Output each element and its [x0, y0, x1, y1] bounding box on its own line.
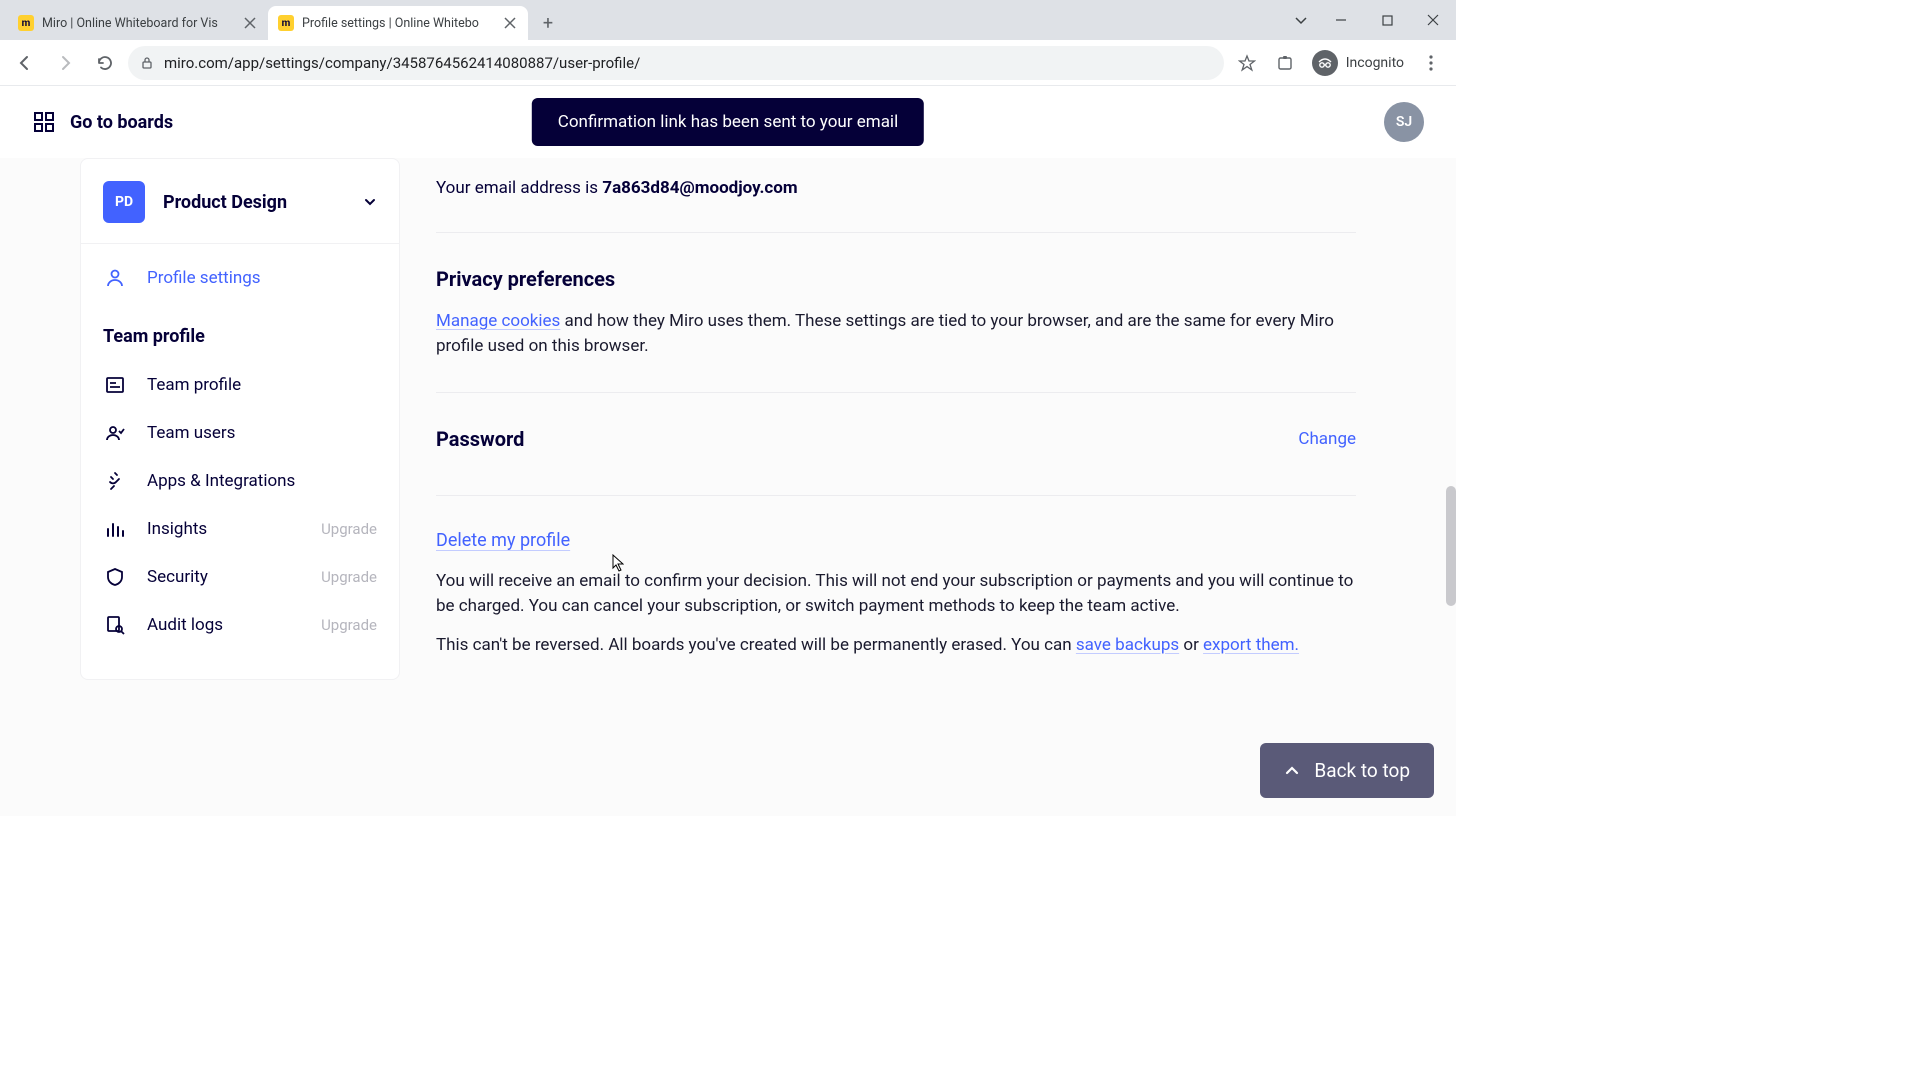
upgrade-tag: Upgrade [321, 616, 377, 634]
user-avatar[interactable]: SJ [1384, 102, 1424, 142]
url-text: miro.com/app/settings/company/3458764562… [164, 54, 640, 72]
manage-cookies-link[interactable]: Manage cookies [436, 311, 560, 331]
back-to-top-button[interactable]: Back to top [1260, 743, 1434, 798]
shield-icon [103, 565, 127, 589]
chart-icon [103, 517, 127, 541]
browser-titlebar: m Miro | Online Whiteboard for Vis m Pro… [0, 0, 1456, 40]
privacy-title: Privacy preferences [436, 267, 1356, 291]
miro-favicon-icon: m [278, 15, 294, 31]
divider [81, 243, 399, 244]
boards-grid-icon [32, 110, 56, 134]
change-password-link[interactable]: Change [1298, 429, 1356, 449]
settings-sidebar: PD Product Design Profile settings Team … [80, 158, 400, 816]
lock-icon [140, 56, 154, 70]
toast-text: Confirmation link has been sent to your … [558, 112, 898, 132]
bookmark-icon[interactable] [1230, 46, 1264, 80]
sidebar-item-label: Insights [147, 519, 301, 539]
upgrade-tag: Upgrade [321, 568, 377, 586]
user-icon [103, 266, 127, 290]
extensions-icon[interactable] [1268, 46, 1302, 80]
sidebar-item-label: Audit logs [147, 615, 301, 635]
address-input[interactable]: miro.com/app/settings/company/3458764562… [128, 46, 1224, 80]
delete-paragraph-2a: This can't be reversed. All boards you'v… [436, 635, 1076, 655]
team-badge-text: PD [115, 194, 133, 210]
export-them-link[interactable]: export them. [1203, 635, 1299, 655]
page: Go to boards SJ Confirmation link has be… [0, 86, 1456, 816]
toast-notification: Confirmation link has been sent to your … [532, 98, 924, 146]
delete-section: Delete my profile You will receive an em… [436, 496, 1356, 691]
delete-profile-link[interactable]: Delete my profile [436, 530, 570, 551]
back-to-top-label: Back to top [1314, 759, 1410, 782]
profile-card-icon [103, 373, 127, 397]
team-badge: PD [103, 181, 145, 223]
delete-paragraph-2b: or [1179, 635, 1203, 655]
sidebar-item-insights[interactable]: Insights Upgrade [81, 505, 399, 553]
close-icon[interactable] [502, 15, 518, 31]
team-name: Product Design [163, 192, 345, 213]
sidebar-item-team-users[interactable]: Team users [81, 409, 399, 457]
window-maximize-button[interactable] [1364, 0, 1410, 40]
sidebar-item-label: Team users [147, 423, 377, 443]
sidebar-item-team-profile[interactable]: Team profile [81, 361, 399, 409]
new-tab-button[interactable]: + [534, 9, 562, 37]
sidebar-section-title: Team profile [81, 302, 399, 361]
incognito-icon [1312, 50, 1338, 76]
email-value: 7a863d84@moodjoy.com [602, 178, 797, 198]
chevron-up-icon [1284, 763, 1300, 779]
browser-tab-active[interactable]: m Profile settings | Online Whitebo [268, 6, 528, 40]
privacy-section: Privacy preferences Manage cookies and h… [436, 233, 1356, 392]
sidebar-item-label: Security [147, 567, 301, 587]
password-section: Password Change [436, 393, 1356, 495]
avatar-initials: SJ [1396, 114, 1412, 130]
email-prefix: Your email address is [436, 178, 602, 198]
delete-paragraph-1: You will receive an email to confirm you… [436, 569, 1356, 618]
sidebar-item-label: Apps & Integrations [147, 471, 377, 491]
nav-back-button[interactable] [8, 46, 42, 80]
tab-title: Miro | Online Whiteboard for Vis [42, 16, 234, 31]
sidebar-item-label: Team profile [147, 375, 377, 395]
window-minimize-button[interactable] [1318, 0, 1364, 40]
chevron-down-icon [363, 195, 377, 209]
incognito-label: Incognito [1346, 55, 1404, 71]
sidebar-item-audit-logs[interactable]: Audit logs Upgrade [81, 601, 399, 649]
document-search-icon [103, 613, 127, 637]
settings-content: Your email address is 7a863d84@moodjoy.c… [436, 158, 1456, 816]
users-icon [103, 421, 127, 445]
browser-menu-icon[interactable] [1414, 46, 1448, 80]
go-to-boards-link[interactable]: Go to boards [32, 110, 173, 134]
save-backups-link[interactable]: save backups [1076, 635, 1179, 655]
password-title: Password [436, 427, 524, 451]
upgrade-tag: Upgrade [321, 520, 377, 538]
nav-reload-button[interactable] [88, 46, 122, 80]
close-icon[interactable] [242, 15, 258, 31]
team-switcher[interactable]: PD Product Design [81, 159, 399, 243]
window-close-button[interactable] [1410, 0, 1456, 40]
sidebar-item-profile-settings[interactable]: Profile settings [81, 254, 399, 302]
nav-forward-button[interactable] [48, 46, 82, 80]
email-row: Your email address is 7a863d84@moodjoy.c… [436, 178, 1356, 232]
sidebar-item-label: Profile settings [147, 268, 377, 288]
tabs-dropdown-icon[interactable] [1284, 0, 1318, 40]
browser-tab[interactable]: m Miro | Online Whiteboard for Vis [8, 6, 268, 40]
plug-icon [103, 469, 127, 493]
sidebar-item-apps-integrations[interactable]: Apps & Integrations [81, 457, 399, 505]
browser-address-bar: miro.com/app/settings/company/3458764562… [0, 40, 1456, 86]
go-to-boards-label: Go to boards [70, 112, 173, 133]
miro-favicon-icon: m [18, 15, 34, 31]
tab-title: Profile settings | Online Whitebo [302, 16, 494, 31]
privacy-text: and how they Miro uses them. These setti… [436, 311, 1334, 356]
sidebar-item-security[interactable]: Security Upgrade [81, 553, 399, 601]
incognito-indicator[interactable]: Incognito [1306, 50, 1410, 76]
scrollbar-thumb[interactable] [1446, 486, 1456, 606]
